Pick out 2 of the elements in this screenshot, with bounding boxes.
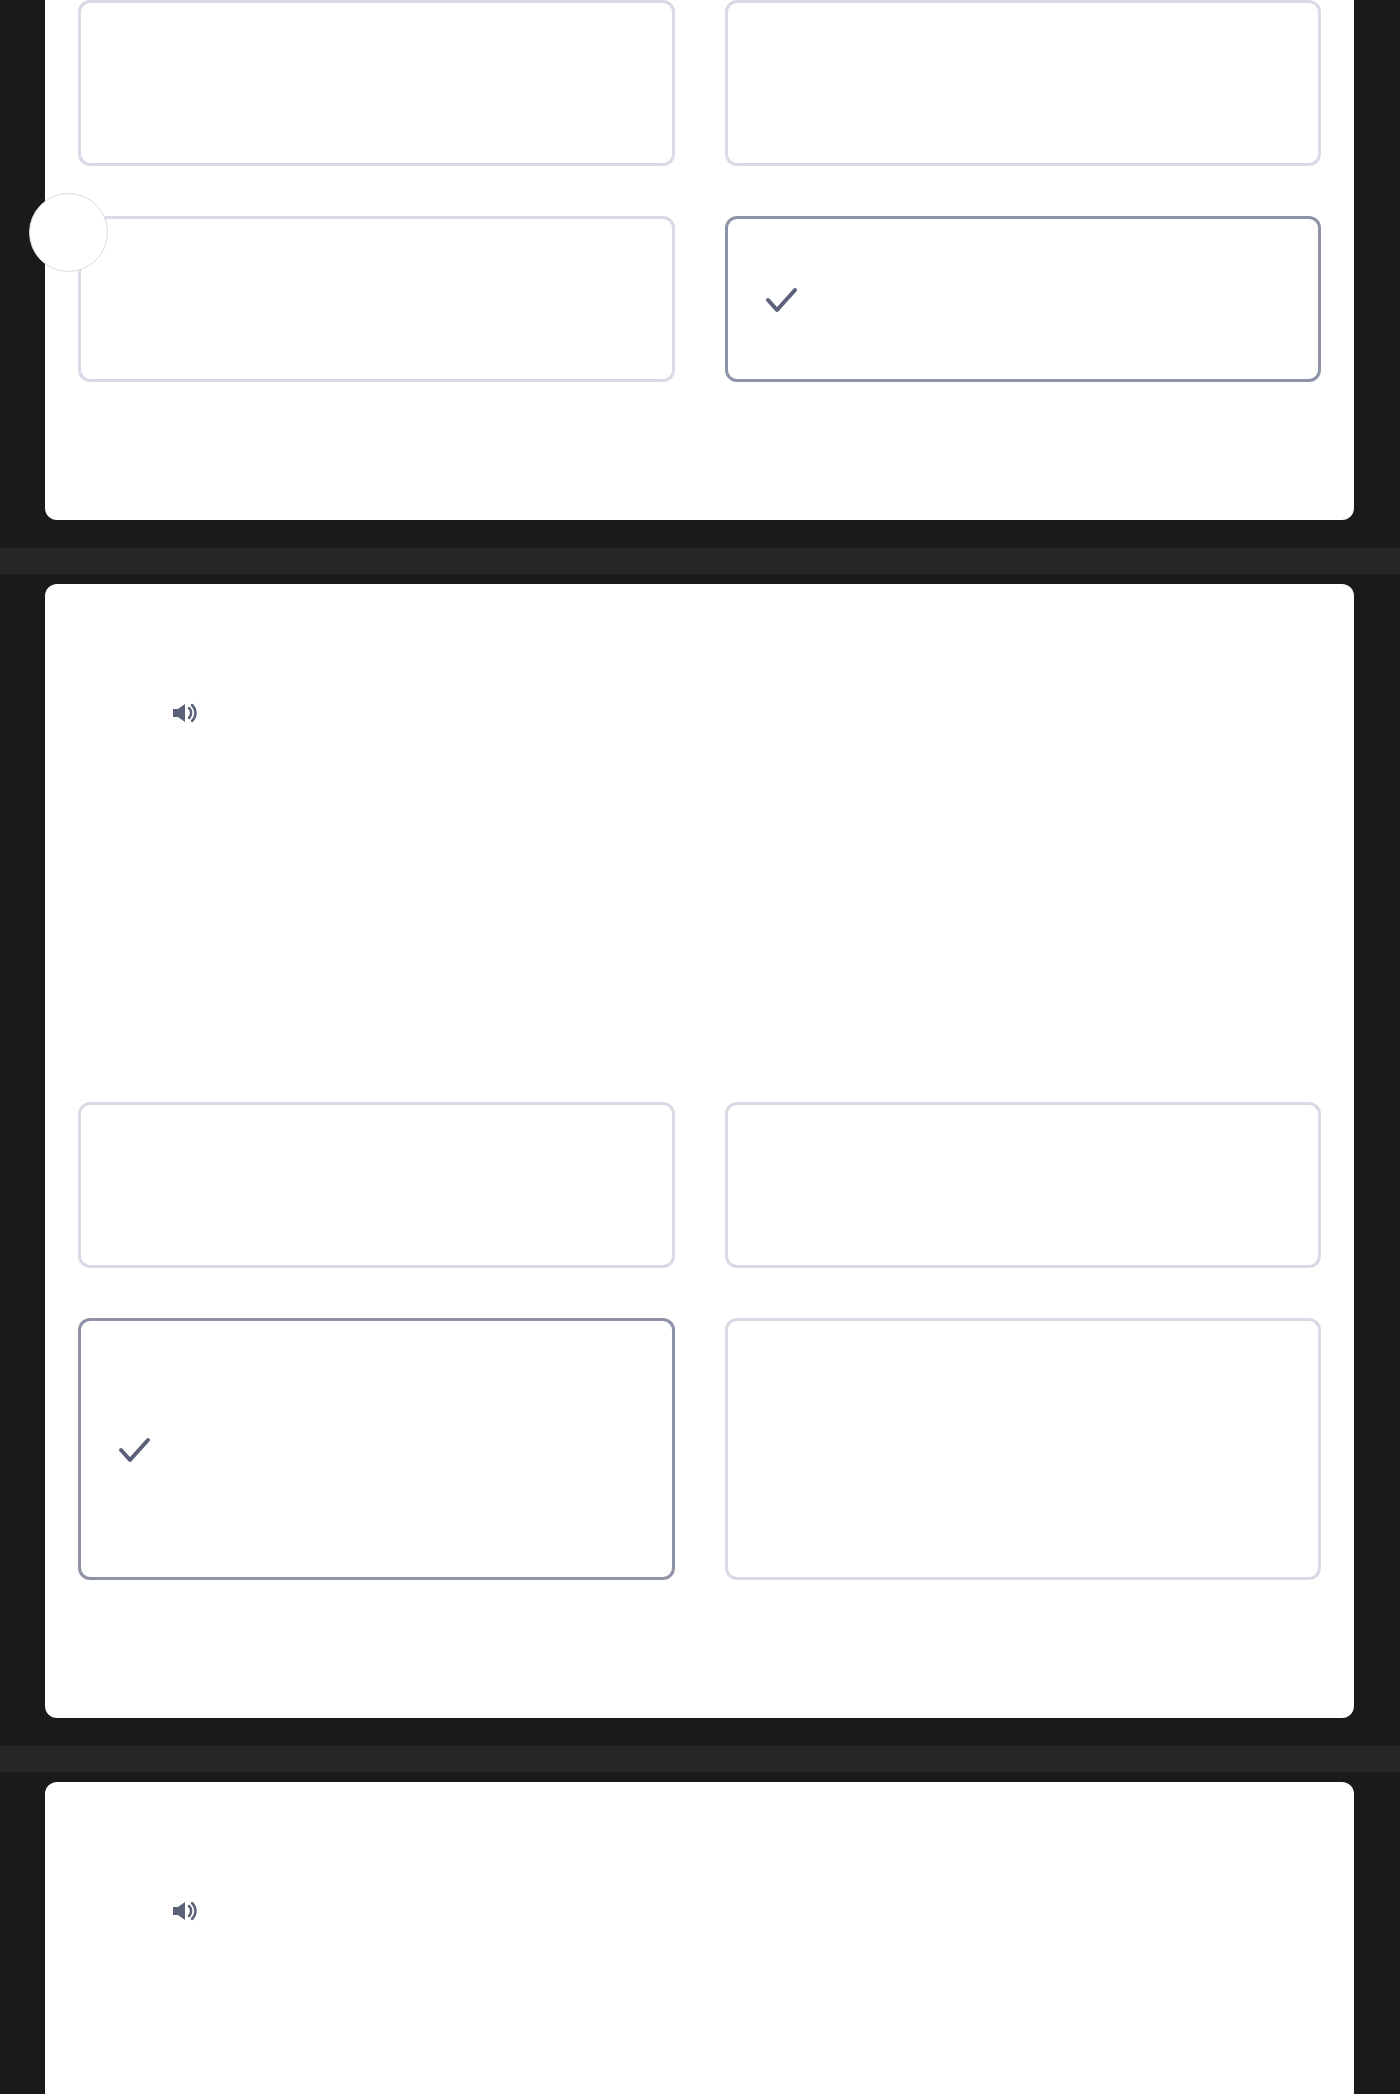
answer-option[interactable] (724, 216, 1321, 382)
answer-option[interactable] (78, 1318, 675, 1580)
